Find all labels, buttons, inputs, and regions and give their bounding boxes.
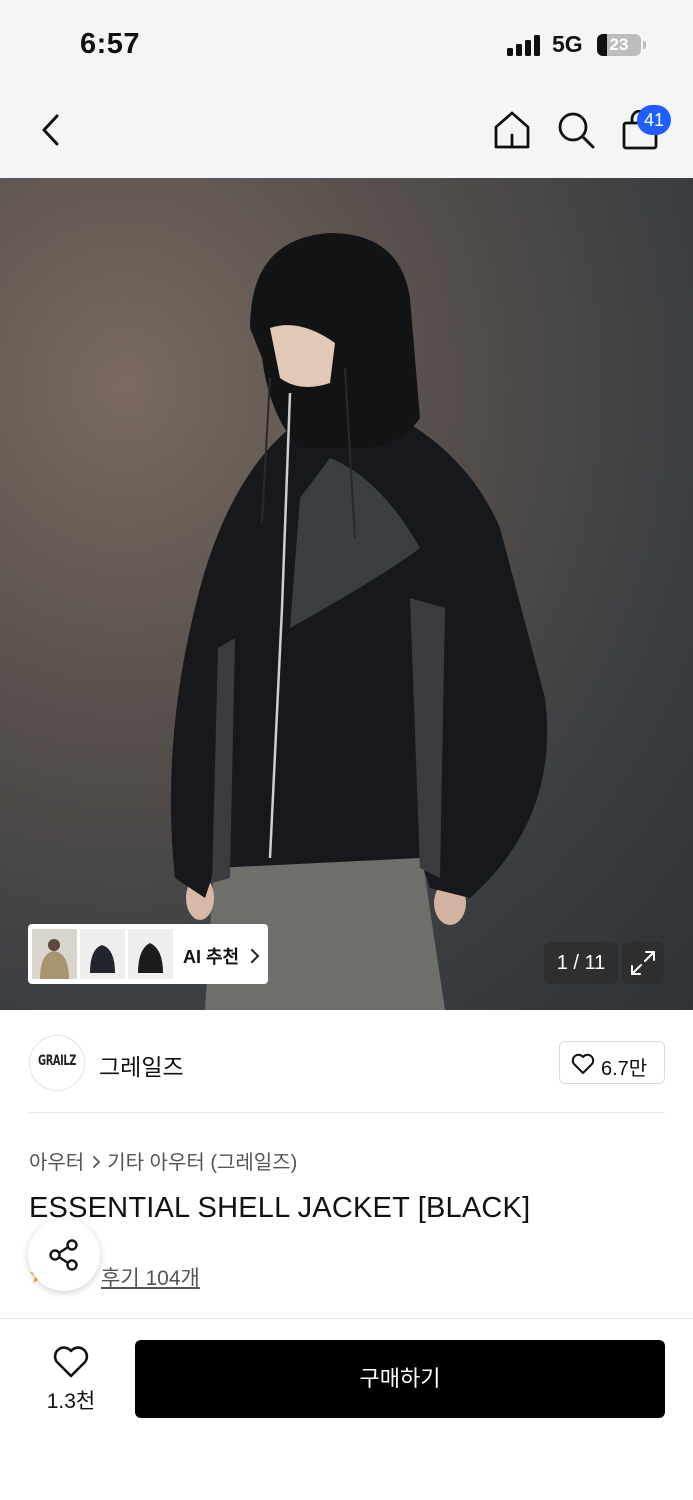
cart-count-badge: 41	[637, 105, 671, 135]
status-bar: 6:57 5G 23	[0, 0, 693, 88]
buy-button[interactable]: 구매하기	[135, 1340, 665, 1418]
brand-name[interactable]: 그레일즈	[99, 1048, 184, 1082]
recommendation-thumbnail[interactable]	[32, 929, 77, 979]
wish-count: 1.3천	[46, 1390, 96, 1413]
network-type: 5G	[552, 31, 583, 57]
signal-icon	[507, 34, 543, 56]
heart-icon	[571, 1053, 595, 1074]
search-icon[interactable]	[555, 109, 597, 151]
image-pager: 1 / 11	[544, 942, 618, 984]
brand-logo[interactable]: GRAILZ	[29, 1035, 85, 1091]
ai-recommendation-label: AI 추천	[183, 947, 240, 967]
breadcrumb: 아우터 기타 아우터 (그레일즈)	[29, 1146, 297, 1175]
product-image[interactable]	[0, 178, 693, 1010]
battery-icon: 23	[597, 34, 641, 56]
model-jacket-illustration	[170, 233, 548, 1010]
share-icon	[49, 1239, 78, 1271]
recommendation-thumbnail[interactable]	[128, 929, 173, 979]
expand-icon	[631, 951, 655, 975]
battery-level: 23	[609, 35, 629, 54]
chevron-left-icon[interactable]	[38, 113, 64, 147]
home-icon[interactable]	[491, 109, 533, 151]
product-title: ESSENTIAL SHELL JACKET [BLACK]	[29, 1192, 531, 1224]
heart-icon[interactable]	[52, 1345, 90, 1379]
recommendation-thumbnail[interactable]	[80, 929, 125, 979]
divider	[29, 1112, 665, 1113]
reviews-link[interactable]: 후기 104개	[101, 1262, 200, 1292]
breadcrumb-category[interactable]: 아우터	[29, 1152, 84, 1174]
share-button[interactable]	[28, 1219, 100, 1291]
chevron-right-icon	[251, 949, 260, 963]
brand-like-count: 6.7만	[601, 1058, 648, 1080]
chevron-right-icon	[93, 1156, 101, 1168]
expand-button[interactable]	[622, 942, 664, 984]
brand-like-button[interactable]: 6.7만	[559, 1041, 665, 1084]
status-time: 6:57	[80, 28, 141, 60]
breadcrumb-subcategory[interactable]: 기타 아우터 (그레일즈)	[107, 1152, 297, 1174]
